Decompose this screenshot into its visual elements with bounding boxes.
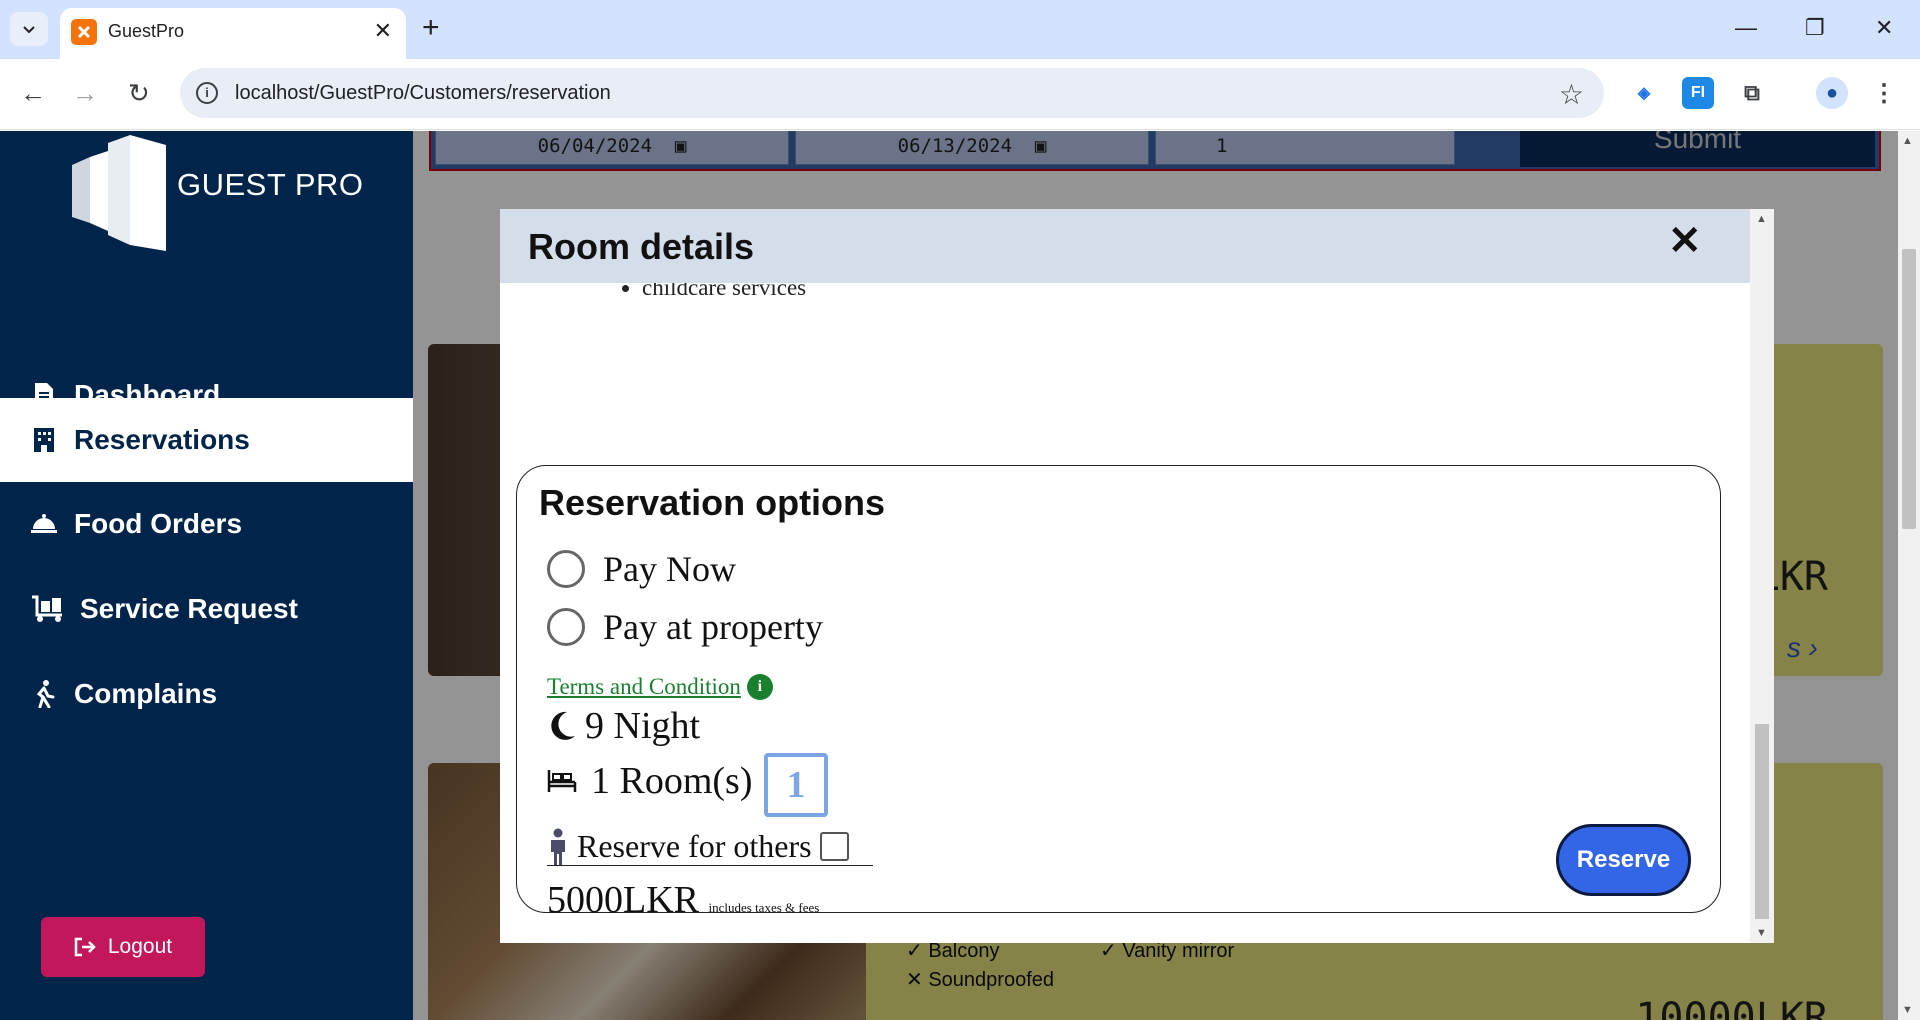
extension-drop-icon[interactable]: ◈ (1628, 77, 1660, 109)
page-scrollbar-thumb[interactable] (1902, 249, 1916, 529)
reserve-button[interactable]: Reserve (1556, 824, 1691, 896)
person-icon (551, 828, 565, 865)
page-scrollbar[interactable]: ▲ ▼ (1898, 131, 1920, 1020)
address-bar[interactable]: i localhost/GuestPro/Customers/reservati… (180, 68, 1604, 118)
sidebar-item-label: Complains (74, 678, 218, 709)
person-walking-icon (30, 680, 58, 708)
pay-at-property-radio[interactable] (547, 608, 585, 646)
scroll-down-icon[interactable]: ▼ (1756, 927, 1767, 939)
nights-label: 9 Night (585, 705, 701, 747)
chevron-down-icon (23, 26, 35, 34)
moon-icon (551, 711, 575, 740)
scroll-down-icon[interactable]: ▼ (1902, 1004, 1913, 1016)
sidebar-item-food-orders[interactable]: Food Orders (0, 482, 413, 566)
terms-label: Terms and Condition (547, 674, 741, 699)
browser-toolbar: ← → ↻ i localhost/GuestPro/Customers/res… (0, 59, 1920, 130)
terms-and-condition-link[interactable]: Terms and Condition i (547, 674, 773, 700)
extension-fi-icon[interactable]: FI (1682, 77, 1714, 109)
forward-icon[interactable]: → (72, 79, 98, 107)
guest-pro-logo (72, 135, 166, 251)
bed-icon (547, 770, 577, 792)
modal-scrollbar-thumb[interactable] (1755, 724, 1769, 919)
xampp-favicon-icon (71, 19, 97, 45)
site-info-icon[interactable]: i (196, 82, 218, 104)
profile-avatar-icon[interactable]: ● (1816, 77, 1848, 109)
brand-name: GUEST PRO (177, 167, 364, 202)
extensions-puzzle-icon[interactable]: ⧉ (1736, 77, 1768, 109)
restore-icon[interactable]: ❐ (1805, 14, 1825, 42)
sidebar-item-label: Service Request (80, 593, 298, 624)
hotel-icon (30, 426, 58, 454)
reservation-options-title: Reservation options (539, 482, 886, 523)
total-price: 5000LKR includes taxes & fees (547, 878, 819, 922)
minimize-icon[interactable]: — (1735, 14, 1757, 42)
reserve-for-others-checkbox[interactable] (819, 832, 849, 861)
reload-icon[interactable]: ↻ (128, 79, 150, 107)
sidebar-item-label: Reservations (74, 424, 250, 455)
sidebar-item-complains[interactable]: Complains (0, 652, 413, 736)
close-icon[interactable]: ✕ (1668, 219, 1702, 263)
price-note: includes taxes & fees (708, 900, 820, 915)
pay-at-property-label: Pay at property (603, 607, 823, 647)
rooms-quantity-input[interactable]: 1 (764, 753, 828, 817)
browser-menu-icon[interactable]: ⋮ (1868, 77, 1900, 109)
sidebar-item-service-request[interactable]: Service Request (0, 567, 413, 651)
modal-header: Room details ✕ (500, 209, 1750, 283)
sidebar-item-label: Food Orders (74, 508, 243, 539)
reserve-for-others-label: Reserve for others (577, 828, 812, 864)
back-icon[interactable]: ← (20, 79, 46, 107)
pay-now-radio[interactable] (547, 550, 585, 588)
logout-label: Logout (107, 935, 173, 958)
logout-icon (74, 937, 96, 957)
luggage-cart-icon (30, 595, 64, 623)
info-icon[interactable]: i (746, 674, 773, 700)
browser-tabstrip: GuestPro ✕ + — ❐ ✕ (0, 0, 1920, 59)
reserve-for-others-row: Reserve for others (547, 828, 873, 866)
scroll-up-icon[interactable]: ▲ (1756, 213, 1767, 225)
sidebar-item-reservations[interactable]: Reservations (0, 398, 413, 482)
logout-button[interactable]: Logout (41, 917, 205, 977)
modal-scrollbar[interactable]: ▲ ▼ (1750, 209, 1774, 943)
window-close-icon[interactable]: ✕ (1875, 14, 1893, 42)
tab-list-button[interactable] (10, 12, 48, 46)
url-text: localhost/GuestPro/Customers/reservation (235, 82, 611, 104)
scroll-up-icon[interactable]: ▲ (1902, 135, 1913, 147)
pay-at-property-option[interactable]: Pay at property (547, 606, 823, 648)
price-value: 5000LKR (547, 879, 699, 921)
reservation-options-panel: Reservation options Pay Now Pay at prope… (516, 465, 1721, 921)
pay-now-label: Pay Now (603, 549, 736, 589)
tab-close-icon[interactable]: ✕ (374, 20, 392, 42)
pay-now-option[interactable]: Pay Now (547, 548, 736, 590)
new-tab-button[interactable]: + (422, 12, 440, 44)
rooms-count: 1 Room(s) (547, 759, 753, 803)
rooms-label: 1 Room(s) (591, 760, 753, 802)
browser-tab[interactable]: GuestPro ✕ (60, 8, 406, 59)
tab-title: GuestPro (108, 21, 185, 41)
bookmark-star-icon[interactable]: ☆ (1559, 78, 1584, 111)
cloche-icon (30, 510, 58, 538)
room-details-modal: childcare services Room details ✕ Reserv… (500, 209, 1774, 943)
nights-count: 9 Night (547, 704, 700, 748)
modal-title: Room details (528, 226, 755, 267)
sidebar: GUEST PRO Dashboard Reservations Food Or… (0, 131, 413, 1020)
